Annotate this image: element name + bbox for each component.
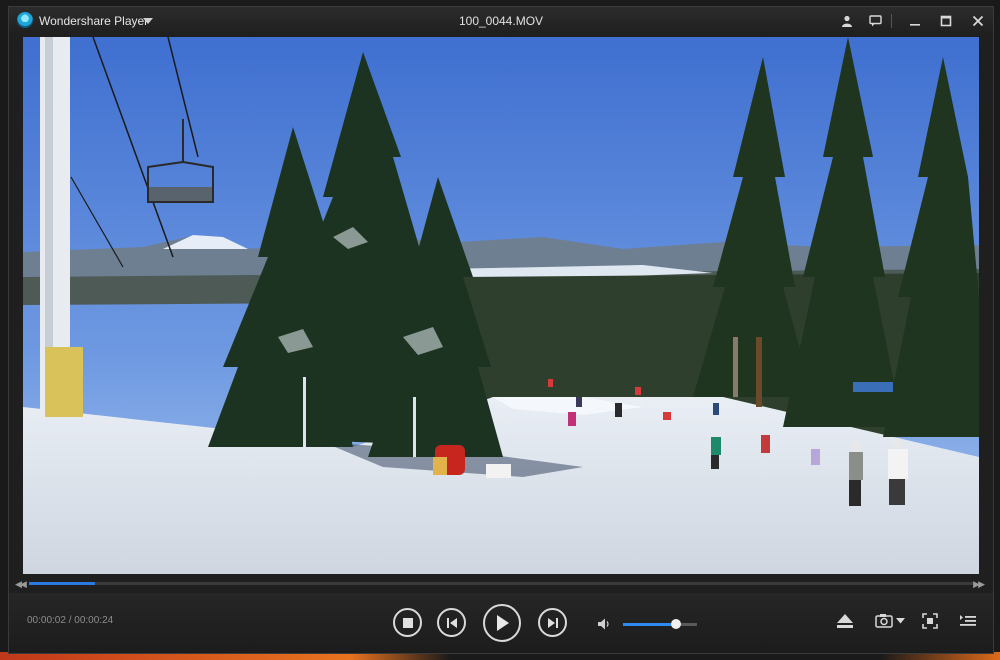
control-bar: 00:00:02 / 00:00:24: [9, 593, 993, 653]
play-button[interactable]: [483, 604, 521, 642]
app-name[interactable]: Wondershare Player: [39, 14, 148, 28]
screenshot-button[interactable]: [875, 613, 905, 628]
volume-slider[interactable]: [623, 619, 697, 629]
minimize-icon[interactable]: [905, 11, 925, 31]
play-icon: [497, 615, 509, 631]
playlist-icon: [960, 615, 976, 626]
maximize-icon[interactable]: [936, 11, 956, 31]
next-button[interactable]: [538, 608, 567, 637]
fullscreen-icon: [922, 613, 938, 629]
volume-knob[interactable]: [671, 619, 682, 629]
camera-icon: [875, 614, 893, 628]
eject-button[interactable]: [836, 613, 854, 629]
seek-forward-icon[interactable]: ▶▶: [973, 579, 985, 590]
seek-bar[interactable]: ◀◀ ▶▶: [9, 577, 993, 591]
video-frame[interactable]: [23, 37, 979, 574]
previous-icon: [446, 617, 457, 628]
player-window: Wondershare Player 100_0044.MOV ◀◀ ▶▶ 00…: [8, 6, 994, 654]
seek-back-icon[interactable]: ◀◀: [15, 579, 27, 590]
app-menu-dropdown-icon[interactable]: [143, 18, 153, 24]
wondershare-logo-icon[interactable]: [17, 12, 33, 28]
title-separator: [891, 14, 892, 28]
speaker-icon[interactable]: [597, 617, 611, 631]
volume-level: [623, 623, 677, 626]
seek-track[interactable]: [29, 582, 973, 585]
time-display: 00:00:02 / 00:00:24: [27, 615, 114, 626]
title-bar[interactable]: Wondershare Player 100_0044.MOV: [9, 7, 993, 35]
ski-slope-scene: [23, 37, 979, 574]
seek-progress: [29, 582, 96, 585]
eject-icon: [837, 614, 853, 628]
close-icon[interactable]: [968, 11, 988, 31]
stop-icon: [402, 617, 413, 628]
stop-button[interactable]: [393, 608, 422, 637]
playlist-button[interactable]: [959, 613, 977, 629]
previous-button[interactable]: [437, 608, 466, 637]
next-icon: [547, 617, 558, 628]
fullscreen-button[interactable]: [922, 613, 938, 629]
chat-icon[interactable]: [865, 11, 885, 31]
chevron-down-icon[interactable]: [896, 617, 905, 624]
user-icon[interactable]: [837, 11, 857, 31]
